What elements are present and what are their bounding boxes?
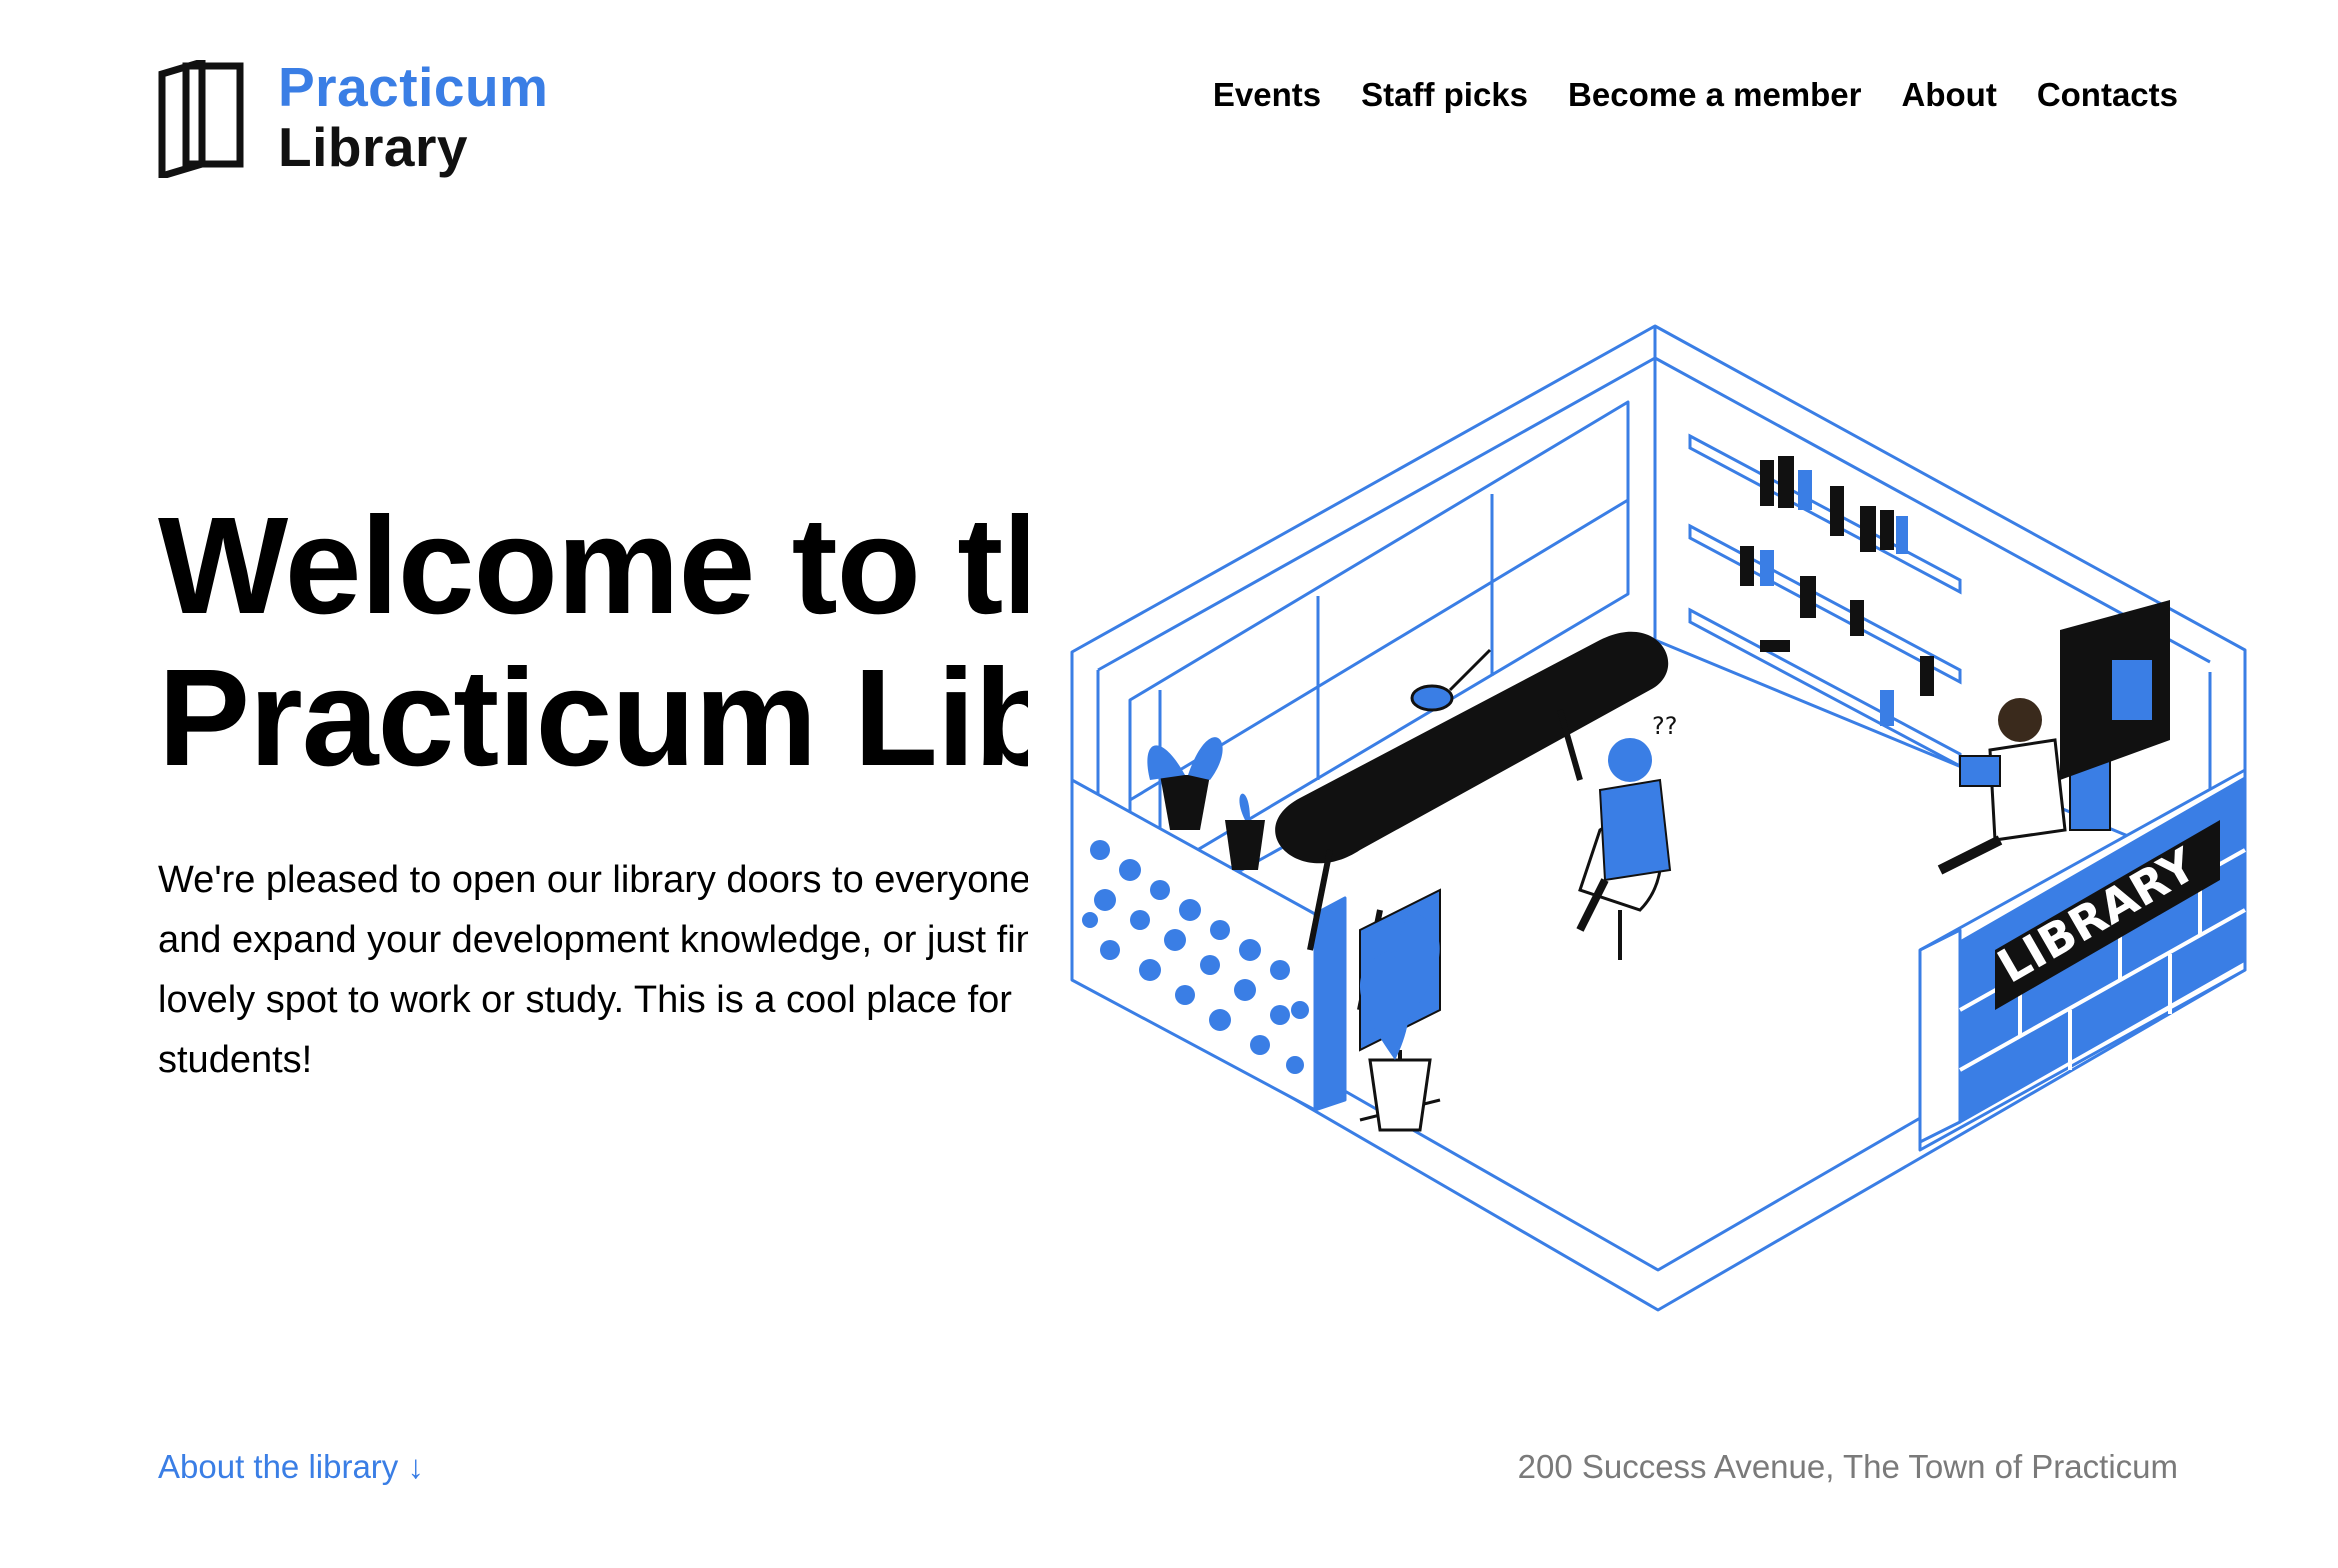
hero-paragraph-line-1: We're pleased to open our library doors …	[158, 859, 1028, 901]
nav-about[interactable]: About	[1902, 76, 1997, 114]
hero-title-line-1: Welcome to the	[158, 490, 1028, 643]
nav-staff-picks[interactable]: Staff picks	[1361, 76, 1528, 114]
logo-text-library: Library	[278, 116, 468, 178]
hero-paragraph-line-2: and expand your development knowledge, o…	[158, 919, 1028, 961]
hero-paragraph-line-4: students!	[158, 1039, 313, 1081]
hero-paragraph-line-3: lovely spot to work or study. This is a …	[158, 979, 1012, 1021]
bookshelves	[1688, 433, 1962, 769]
library-room-illustration: ?? LIBRARY	[1070, 324, 2247, 1312]
svg-text:??: ??	[1652, 712, 1677, 740]
nav-become-member[interactable]: Become a member	[1568, 76, 1861, 114]
desk-lamp	[1410, 648, 1492, 712]
hero-title: Welcome to the Practicum Library	[158, 490, 1028, 794]
nav-contacts[interactable]: Contacts	[2037, 76, 2178, 114]
about-library-link[interactable]: About the library ↓	[158, 1448, 424, 1486]
address-text: 200 Success Avenue, The Town of Practicu…	[1517, 1448, 2178, 1485]
hero-section: Welcome to the Practicum Library We're p…	[158, 490, 1028, 1110]
logo[interactable]: Practicum Library	[158, 60, 578, 180]
hero-title-line-2: Practicum Library	[158, 641, 1028, 795]
nav-events[interactable]: Events	[1213, 76, 1321, 114]
main-nav: Events Staff picks Become a member About…	[1213, 76, 2178, 114]
library-logo-icon	[158, 60, 244, 178]
hero-paragraph: We're pleased to open our library doors …	[158, 850, 1028, 1090]
logo-text-practicum: Practicum	[278, 56, 549, 118]
